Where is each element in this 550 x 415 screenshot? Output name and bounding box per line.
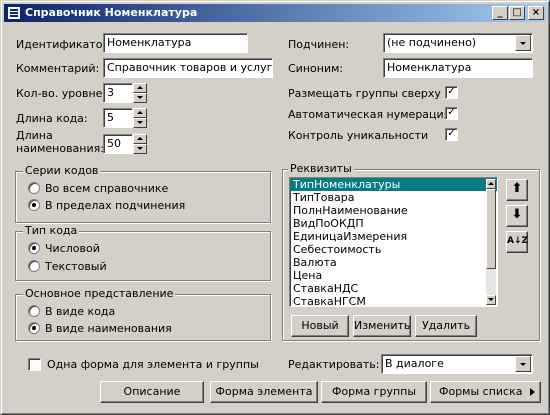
- repr-code-label[interactable]: В виде кода: [45, 305, 115, 318]
- minimize-button[interactable]: _: [492, 6, 508, 20]
- auto-numbering-checkbox[interactable]: ✓: [445, 107, 458, 120]
- levels-label: Кол-во. уровней:: [16, 87, 114, 100]
- title-bar[interactable]: Справочник Номенклатура _ □ ×: [4, 4, 546, 22]
- requisites-scrollbar[interactable]: [486, 179, 496, 305]
- repr-code-radio[interactable]: [28, 305, 40, 317]
- code-type-title: Тип кода: [23, 224, 80, 237]
- list-item[interactable]: ВидПоОКДП: [290, 217, 497, 230]
- levels-spinner[interactable]: [133, 83, 147, 103]
- dialog-window: Справочник Номенклатура _ □ × Идентифика…: [0, 0, 550, 415]
- element-form-button[interactable]: Форма элемента: [210, 381, 318, 403]
- list-item[interactable]: Себестоимость: [290, 243, 497, 256]
- edit-requisite-button[interactable]: Изменить: [353, 315, 411, 337]
- list-item[interactable]: СтавкаНДС: [290, 282, 497, 295]
- move-down-button[interactable]: ⬇: [506, 205, 528, 227]
- identifier-input[interactable]: Номенклатура: [103, 33, 248, 53]
- move-up-button[interactable]: ⬆: [506, 179, 528, 201]
- list-item[interactable]: ЕдиницаИзмерения: [290, 230, 497, 243]
- repr-name-radio[interactable]: [28, 322, 40, 334]
- spin-down-icon[interactable]: [133, 144, 147, 154]
- list-item[interactable]: ТипНоменклатуры: [290, 178, 497, 191]
- code-length-label: Длина кода:: [16, 112, 88, 125]
- groups-top-label: Размещать группы сверху: [288, 87, 441, 100]
- code-type-group: [15, 231, 271, 281]
- code-type-text-radio[interactable]: [28, 260, 40, 272]
- edit-mode-select[interactable]: В диалоге: [381, 354, 533, 374]
- auto-numbering-label: Автоматическая нумерация: [288, 108, 451, 121]
- group-form-button[interactable]: Форма группы: [321, 381, 427, 403]
- levels-input[interactable]: 3: [103, 83, 133, 103]
- list-forms-label: Формы списка: [439, 385, 523, 398]
- list-item[interactable]: Валюта: [290, 256, 497, 269]
- list-item[interactable]: СтавкаНГСМ: [290, 295, 497, 306]
- comment-label: Комментарий:: [16, 62, 100, 75]
- name-length-label-line1: Длина: [16, 129, 53, 142]
- name-length-input[interactable]: 50: [103, 134, 133, 154]
- close-button[interactable]: ×: [528, 6, 544, 20]
- code-series-all-radio[interactable]: [28, 182, 40, 194]
- list-forms-button[interactable]: Формы списка: [430, 381, 541, 403]
- code-series-group: [15, 171, 271, 223]
- new-requisite-button[interactable]: Новый: [291, 315, 349, 337]
- code-series-title: Серии кодов: [23, 164, 101, 177]
- scroll-up-icon[interactable]: [486, 179, 496, 189]
- chevron-down-icon[interactable]: [515, 356, 531, 372]
- list-item[interactable]: ПолнНаименование: [290, 204, 497, 217]
- code-series-subordinate-radio[interactable]: [28, 199, 40, 211]
- list-item[interactable]: Цена: [290, 269, 497, 282]
- code-length-input[interactable]: 5: [103, 108, 133, 128]
- code-length-spinner[interactable]: [133, 108, 147, 128]
- parent-select-value: (не подчинено): [387, 36, 477, 49]
- one-form-label: Одна форма для элемента и группы: [47, 358, 259, 371]
- code-type-text-label[interactable]: Текстовый: [45, 260, 107, 273]
- sort-button[interactable]: A↓Z: [506, 231, 528, 253]
- synonym-label: Синоним:: [288, 62, 344, 75]
- spin-up-icon[interactable]: [133, 134, 147, 144]
- spin-up-icon[interactable]: [133, 108, 147, 118]
- identifier-label: Идентификатор:: [16, 38, 114, 51]
- parent-label: Подчинен:: [288, 38, 350, 51]
- uniqueness-checkbox[interactable]: ✓: [445, 128, 458, 141]
- chevron-down-icon[interactable]: [515, 35, 531, 51]
- one-form-checkbox[interactable]: [28, 358, 41, 371]
- scroll-down-icon[interactable]: [486, 295, 496, 305]
- window-title: Справочник Номенклатура: [25, 6, 198, 19]
- code-series-subordinate-label[interactable]: В пределах подчинения: [45, 199, 185, 212]
- play-arrow-icon: [530, 388, 535, 396]
- maximize-button[interactable]: □: [509, 6, 525, 20]
- parent-select[interactable]: (не подчинено): [383, 33, 533, 53]
- scroll-thumb[interactable]: [486, 189, 496, 269]
- spin-down-icon[interactable]: [133, 93, 147, 103]
- comment-input[interactable]: Справочник товаров и услуг: [103, 58, 273, 78]
- main-representation-title: Основное представление: [23, 287, 176, 300]
- repr-name-label[interactable]: В виде наименования: [45, 322, 172, 335]
- requisites-list[interactable]: ТипНоменклатуры ТипТовара ПолнНаименован…: [289, 177, 498, 307]
- edit-mode-label: Редактировать:: [288, 358, 380, 371]
- description-button[interactable]: Описание: [100, 381, 204, 403]
- uniqueness-label: Контроль уникальности: [288, 129, 429, 142]
- code-type-numeric-radio[interactable]: [28, 242, 40, 254]
- requisites-title: Реквизиты: [288, 162, 354, 175]
- spin-up-icon[interactable]: [133, 83, 147, 93]
- groups-top-checkbox[interactable]: ✓: [445, 86, 458, 99]
- code-series-all-label[interactable]: Во всем справочнике: [45, 182, 168, 195]
- delete-requisite-button[interactable]: Удалить: [415, 315, 477, 337]
- app-icon: [7, 6, 21, 20]
- code-type-numeric-label[interactable]: Числовой: [45, 242, 100, 255]
- name-length-label-line2: наименования:: [16, 142, 104, 155]
- name-length-spinner[interactable]: [133, 134, 147, 154]
- list-item[interactable]: ТипТовара: [290, 191, 497, 204]
- synonym-input[interactable]: Номенклатура: [383, 58, 533, 78]
- spin-down-icon[interactable]: [133, 118, 147, 128]
- edit-mode-value: В диалоге: [385, 357, 444, 370]
